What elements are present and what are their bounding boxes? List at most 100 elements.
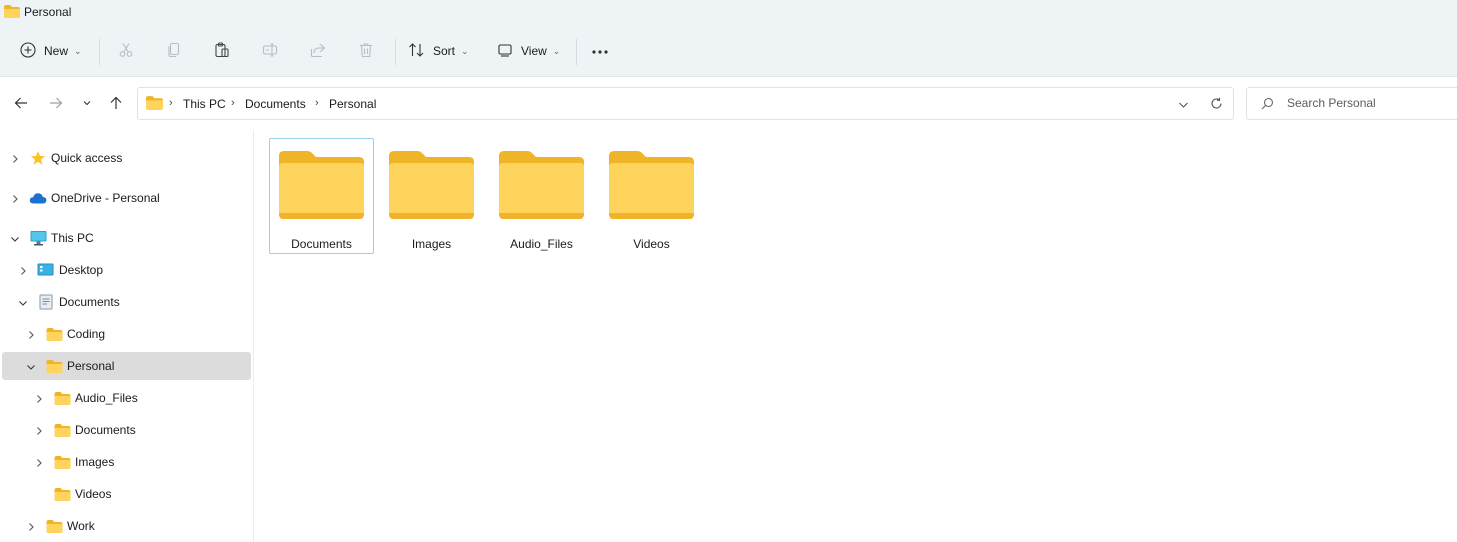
view-button[interactable]: View ⌄ <box>497 37 560 65</box>
new-button[interactable]: New ⌄ <box>20 37 82 65</box>
nav-item-videos[interactable]: Videos <box>2 480 251 508</box>
address-bar[interactable]: › This PC › Documents › Personal <box>137 87 1234 120</box>
trash-icon <box>358 42 374 61</box>
nav-item-label: Videos <box>75 487 112 501</box>
copy-button[interactable] <box>166 37 182 65</box>
chevron-right-icon[interactable] <box>10 153 20 163</box>
delete-button[interactable] <box>358 37 374 65</box>
chevron-right-icon[interactable] <box>18 265 28 275</box>
sort-button-label: Sort <box>433 44 456 58</box>
refresh-button[interactable] <box>1210 97 1223 113</box>
back-button[interactable] <box>11 94 31 114</box>
breadcrumb-this-pc[interactable]: This PC <box>183 97 226 111</box>
folder-name: Videos <box>633 237 670 251</box>
large-folder-icon <box>499 151 584 219</box>
address-history-button[interactable] <box>1178 99 1189 113</box>
chevron-right-icon[interactable] <box>34 425 44 435</box>
nav-item-images[interactable]: Images <box>2 448 251 476</box>
arrow-right-icon <box>49 96 63 113</box>
large-folder-icon <box>279 151 364 219</box>
file-list: Documents Images Audio_Files Videos <box>255 130 1457 542</box>
up-button[interactable] <box>106 94 126 114</box>
nav-item-label: OneDrive - Personal <box>51 191 160 205</box>
command-bar: New ⌄ Sort ⌄ View ⌄ <box>0 24 1457 77</box>
nav-item-documents[interactable]: Documents <box>2 288 251 316</box>
copy-icon <box>166 42 182 61</box>
chevron-down-icon <box>82 97 92 111</box>
window-title: Personal <box>24 5 72 19</box>
folder-tile-images[interactable]: Images <box>379 138 484 254</box>
folder-tile-videos[interactable]: Videos <box>599 138 704 254</box>
folder-name: Audio_Files <box>510 237 573 251</box>
nav-item-label: Coding <box>67 327 106 341</box>
breadcrumb-personal[interactable]: Personal <box>329 97 376 111</box>
folder-name: Documents <box>291 237 352 251</box>
cut-button[interactable] <box>118 37 134 65</box>
scissors-icon <box>118 42 134 61</box>
paste-button[interactable] <box>214 37 230 65</box>
nav-item-label: Personal <box>67 359 115 373</box>
nav-item-personal-documents[interactable]: Documents <box>2 416 251 444</box>
folder-name: Images <box>411 237 452 251</box>
search-box[interactable] <box>1246 87 1457 120</box>
nav-item-label: Desktop <box>59 263 104 277</box>
chevron-right-icon[interactable] <box>34 457 44 467</box>
nav-item-desktop[interactable]: Desktop <box>2 256 251 284</box>
nav-item-audio-files[interactable]: Audio_Files <box>2 384 251 412</box>
nav-item-this-pc[interactable]: This PC <box>2 224 251 252</box>
toolbar-divider <box>99 39 100 65</box>
search-input[interactable] <box>1287 96 1447 110</box>
nav-item-quick-access[interactable]: Quick access <box>2 144 251 172</box>
chevron-down-icon[interactable] <box>18 297 28 307</box>
nav-item-coding[interactable]: Coding <box>2 320 251 348</box>
toolbar-divider <box>576 39 577 65</box>
chevron-right-icon[interactable] <box>10 193 20 203</box>
breadcrumb-documents[interactable]: Documents <box>245 97 306 111</box>
recent-locations-button[interactable] <box>77 94 97 114</box>
chevron-right-icon[interactable] <box>26 329 36 339</box>
title-bar: Personal <box>0 0 1457 24</box>
sort-button[interactable]: Sort ⌄ <box>408 37 469 65</box>
forward-button[interactable] <box>46 94 66 114</box>
nav-item-work[interactable]: Work <box>2 512 251 540</box>
chevron-down-icon[interactable] <box>26 361 36 371</box>
chevron-right-icon: › <box>231 97 235 109</box>
address-row: › This PC › Documents › Personal <box>0 77 1457 130</box>
folder-open-icon <box>46 360 63 376</box>
nav-item-label: Documents <box>75 423 136 437</box>
chevron-right-icon: › <box>315 97 319 109</box>
folder-icon <box>54 488 71 504</box>
desktop-icon <box>37 263 54 280</box>
view-button-label: View <box>521 44 547 58</box>
folder-tile-documents[interactable]: Documents <box>269 138 374 254</box>
folder-tile-audio-files[interactable]: Audio_Files <box>489 138 594 254</box>
folder-icon <box>146 96 163 113</box>
nav-item-onedrive[interactable]: OneDrive - Personal <box>2 184 251 212</box>
chevron-right-icon: › <box>169 97 173 109</box>
nav-item-personal[interactable]: Personal <box>2 352 251 380</box>
rename-button[interactable] <box>262 37 278 65</box>
toolbar-divider <box>395 39 396 65</box>
document-icon <box>39 294 53 313</box>
ellipsis-icon <box>591 44 609 58</box>
more-options-button[interactable] <box>591 37 609 65</box>
view-icon <box>497 42 513 61</box>
nav-item-label: Images <box>75 455 115 469</box>
chevron-down-icon: ⌄ <box>552 45 561 56</box>
nav-item-label: Quick access <box>51 151 123 165</box>
chevron-right-icon[interactable] <box>26 521 36 531</box>
folder-icon <box>54 392 71 408</box>
share-button[interactable] <box>310 37 326 65</box>
share-icon <box>310 42 326 61</box>
clipboard-icon <box>214 41 230 61</box>
navigation-pane: Quick access OneDrive - Personal This PC… <box>0 130 254 542</box>
chevron-right-icon[interactable] <box>34 393 44 403</box>
computer-icon <box>30 230 47 249</box>
nav-item-label: Work <box>67 519 95 533</box>
folder-icon <box>46 520 63 536</box>
cloud-icon <box>29 192 47 207</box>
chevron-down-icon[interactable] <box>10 233 20 243</box>
rename-icon <box>262 42 278 61</box>
arrow-up-icon <box>109 96 123 113</box>
sort-icon <box>408 42 425 61</box>
